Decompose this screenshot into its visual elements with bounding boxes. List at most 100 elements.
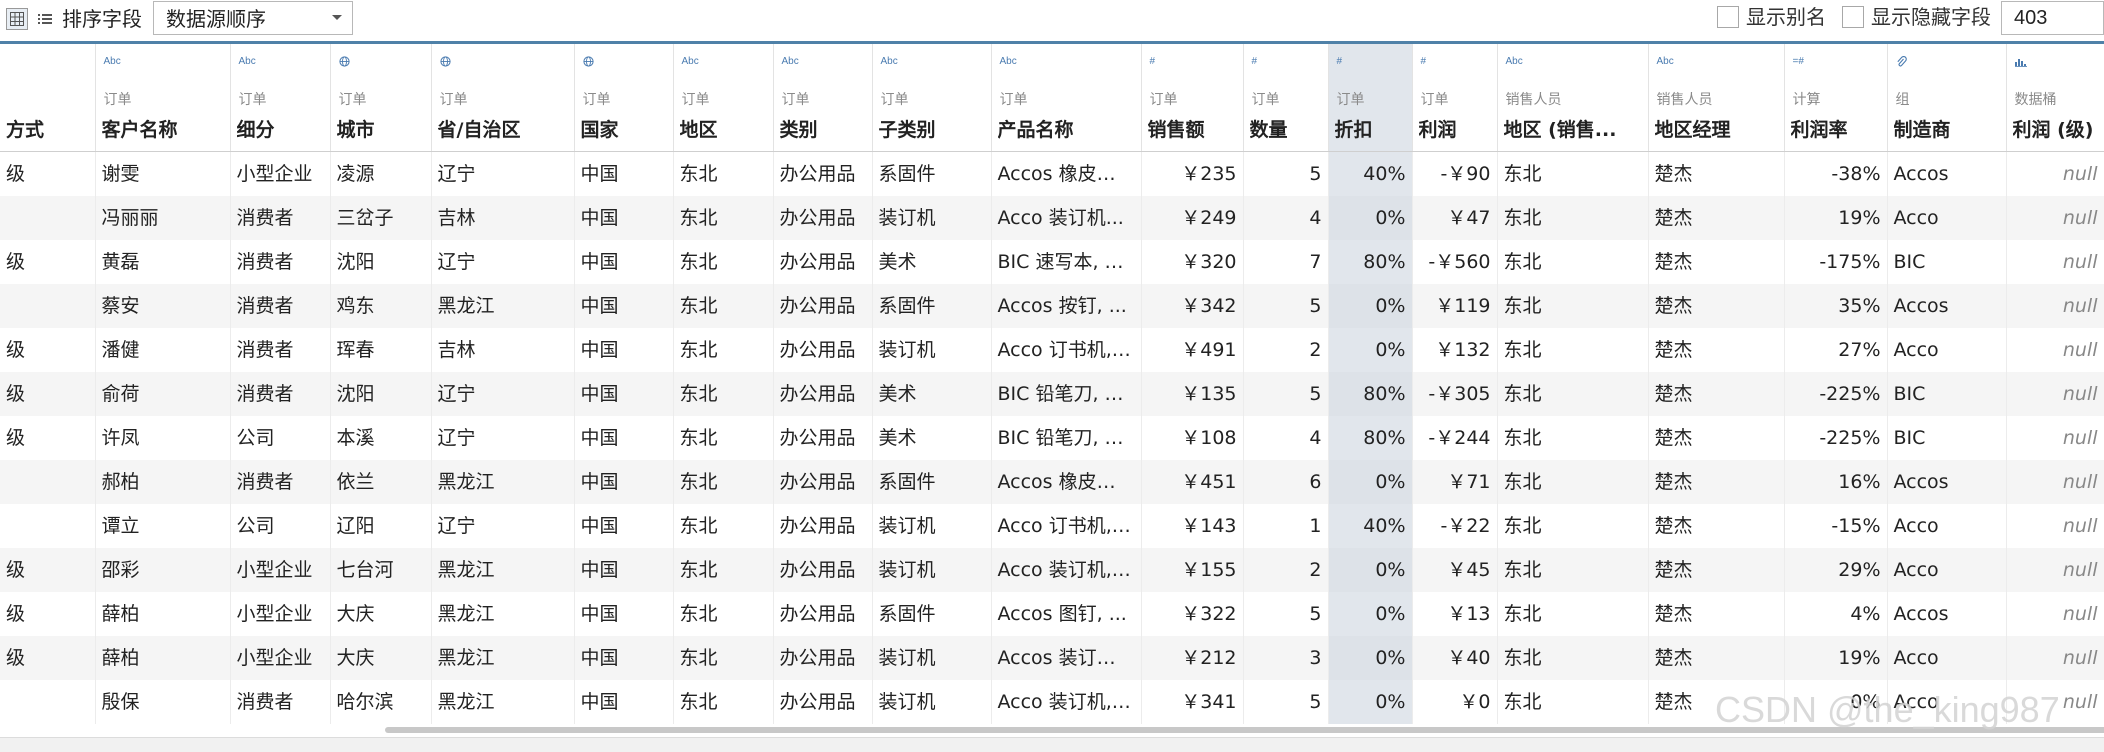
string-type-icon: Abc bbox=[681, 56, 699, 67]
table-cell: 黑龙江 bbox=[431, 284, 575, 328]
table-cell: Acco bbox=[1887, 328, 2007, 372]
table-row[interactable]: 级黄磊 消费者 沈阳 辽宁 中国 东北 办公用品 美术 BIC 速写本, 整包 ￥320 7 80% -… bbox=[0, 240, 2104, 284]
column-source: 订单 bbox=[103, 92, 132, 108]
table-row[interactable]: 级潘健 消费者 珲春 吉林 中国 东北 办公用品 装订机 Acco 订书机, ... ￥491 2 0… bbox=[0, 328, 2104, 372]
table-cell: 吉林 bbox=[431, 328, 575, 372]
table-cell: 吉林 bbox=[431, 196, 575, 240]
column-header[interactable]: Abc 销售人员 地区经理 bbox=[1648, 44, 1785, 152]
column-header[interactable]: 数据桶 利润 (级) bbox=[2006, 44, 2104, 152]
data-table: 方式 Abc 订单 客户名称 Abc 订单 细分 订单 城市 订单 省/自治区 订单 国家 Abc 订单 地区… bbox=[0, 44, 2104, 724]
table-cell: 办公用品 bbox=[773, 240, 873, 284]
table-cell: 4 bbox=[1243, 416, 1329, 460]
string-type-icon: Abc bbox=[880, 56, 898, 67]
column-header[interactable]: Abc 订单 地区 bbox=[673, 44, 774, 152]
table-cell: 楚杰 bbox=[1648, 284, 1785, 328]
string-type-icon: Abc bbox=[781, 56, 799, 67]
column-header[interactable]: Abc 订单 子类别 bbox=[872, 44, 992, 152]
column-header[interactable]: 组制造商 bbox=[1887, 44, 2007, 152]
table-row[interactable]: 谭立 公司 辽阳 辽宁 中国 东北 办公用品 装订机 Acco 订书机, ... ￥143 1 40%… bbox=[0, 504, 2104, 548]
table-cell: 中国 bbox=[574, 680, 674, 724]
table-cell: Accos 橡皮筋,... bbox=[991, 460, 1142, 504]
column-header[interactable]: Abc 订单 产品名称 bbox=[991, 44, 1142, 152]
table-cell: 楚杰 bbox=[1648, 328, 1785, 372]
bins-icon bbox=[2014, 56, 2027, 71]
list-view-icon[interactable] bbox=[34, 8, 56, 30]
table-cell: BIC bbox=[1887, 372, 2007, 416]
table-cell: 办公用品 bbox=[773, 151, 873, 196]
table-cell: 7 bbox=[1243, 240, 1329, 284]
table-cell: 5 bbox=[1243, 592, 1329, 636]
table-cell: 东北 bbox=[673, 151, 774, 196]
column-name: 细分 bbox=[236, 119, 275, 141]
table-cell: 大庆 bbox=[330, 592, 432, 636]
table-cell: null bbox=[2006, 416, 2104, 460]
table-cell: 楚杰 bbox=[1648, 636, 1785, 680]
table-cell: 中国 bbox=[574, 372, 674, 416]
table-cell: BIC bbox=[1887, 416, 2007, 460]
column-header[interactable]: 订单 国家 bbox=[574, 44, 674, 152]
table-cell: 办公用品 bbox=[773, 372, 873, 416]
column-header[interactable]: Abc 订单 细分 bbox=[230, 44, 331, 152]
table-cell: 楚杰 bbox=[1648, 460, 1785, 504]
table-cell: ￥40 bbox=[1412, 636, 1498, 680]
row-count-field[interactable]: 403 bbox=[2001, 1, 2104, 35]
column-source: 订单 bbox=[582, 92, 611, 108]
table-cell: 东北 bbox=[673, 548, 774, 592]
show-alias-checkbox[interactable] bbox=[1717, 6, 1739, 28]
table-cell: 东北 bbox=[1497, 196, 1649, 240]
table-cell bbox=[0, 284, 96, 328]
table-row[interactable]: 级邵彩 小型企业 七台河 黑龙江 中国 东北 办公用品 装订机 Acco 装订机, ... ￥15… bbox=[0, 548, 2104, 592]
table-cell: 依兰 bbox=[330, 460, 432, 504]
grid-view-icon[interactable] bbox=[6, 8, 28, 30]
table-cell: 16% bbox=[1784, 460, 1888, 504]
table-cell: 哈尔滨 bbox=[330, 680, 432, 724]
chevron-down-icon[interactable] bbox=[322, 2, 352, 34]
table-row[interactable]: 级许凤 公司 本溪 辽宁 中国 东北 办公用品 美术 BIC 铅笔刀, 蓝色 ￥108 4 80% -￥… bbox=[0, 416, 2104, 460]
table-row[interactable]: 级俞荷 消费者 沈阳 辽宁 中国 东北 办公用品 美术 BIC 铅笔刀, 蓝色 ￥135 5 80% -… bbox=[0, 372, 2104, 416]
column-header[interactable]: # 订单 数量 bbox=[1243, 44, 1329, 152]
sort-field-select[interactable]: 数据源顺序 bbox=[153, 1, 353, 35]
column-header[interactable]: # 订单 销售额 bbox=[1141, 44, 1244, 152]
column-header[interactable]: # 订单 折扣 bbox=[1328, 44, 1413, 152]
column-header[interactable]: 订单 省/自治区 bbox=[431, 44, 575, 152]
table-cell: 级 bbox=[0, 240, 96, 284]
column-header[interactable]: =# 计算 利润率 bbox=[1784, 44, 1888, 152]
column-header[interactable]: Abc 订单 客户名称 bbox=[95, 44, 231, 152]
table-cell: 级 bbox=[0, 328, 96, 372]
column-header[interactable]: 订单 城市 bbox=[330, 44, 432, 152]
table-cell: 0% bbox=[1328, 592, 1413, 636]
show-hidden-fields-checkbox[interactable] bbox=[1842, 6, 1864, 28]
number-type-icon: # bbox=[1420, 56, 1427, 67]
table-row[interactable]: 级薛柏 小型企业 大庆 黑龙江 中国 东北 办公用品 装订机 Accos 装订机, ... ￥21… bbox=[0, 636, 2104, 680]
table-cell: 公司 bbox=[230, 504, 331, 548]
column-name: 产品名称 bbox=[997, 119, 1074, 141]
column-source: 订单 bbox=[999, 92, 1028, 108]
table-cell: Acco 装订机, ... bbox=[991, 548, 1142, 592]
table-cell: ￥71 bbox=[1412, 460, 1498, 504]
table-row[interactable]: 级谢雯 小型企业 凌源 辽宁 中国 东北 办公用品 系固件 Accos 橡皮筋,... ￥235 5… bbox=[0, 151, 2104, 196]
table-cell: 19% bbox=[1784, 196, 1888, 240]
table-cell: 黑龙江 bbox=[431, 636, 575, 680]
table-cell: 40% bbox=[1328, 504, 1413, 548]
column-header[interactable]: Abc 销售人员 地区 (销售... bbox=[1497, 44, 1649, 152]
table-cell: 本溪 bbox=[330, 416, 432, 460]
table-row[interactable]: 冯丽丽 消费者 三岔子 吉林 中国 东北 办公用品 装订机 Acco 装订机... ￥249 4 0%… bbox=[0, 196, 2104, 240]
table-cell: ￥119 bbox=[1412, 284, 1498, 328]
table-cell: 办公用品 bbox=[773, 284, 873, 328]
table-cell: 0% bbox=[1328, 636, 1413, 680]
table-cell: ￥320 bbox=[1141, 240, 1244, 284]
table-cell: 楚杰 bbox=[1648, 504, 1785, 548]
table-row[interactable]: 级薛柏 小型企业 大庆 黑龙江 中国 东北 办公用品 系固件 Accos 图钉, ... ￥322… bbox=[0, 592, 2104, 636]
column-header[interactable]: # 订单 利润 bbox=[1412, 44, 1498, 152]
table-cell: 消费者 bbox=[230, 328, 331, 372]
column-header[interactable]: 方式 bbox=[0, 44, 96, 152]
column-name: 销售额 bbox=[1147, 119, 1205, 141]
table-cell: 东北 bbox=[1497, 328, 1649, 372]
data-grid: 方式 Abc 订单 客户名称 Abc 订单 细分 订单 城市 订单 省/自治区 订单 国家 Abc 订单 地区… bbox=[0, 44, 2104, 734]
column-header[interactable]: Abc 订单 类别 bbox=[773, 44, 873, 152]
table-cell: 楚杰 bbox=[1648, 372, 1785, 416]
table-row[interactable]: 蔡安 消费者 鸡东 黑龙江 中国 东北 办公用品 系固件 Accos 按钉, ... ￥342 5 0… bbox=[0, 284, 2104, 328]
table-row[interactable]: 郝柏 消费者 依兰 黑龙江 中国 东北 办公用品 系固件 Accos 橡皮筋,... ￥451 6 0… bbox=[0, 460, 2104, 504]
table-cell bbox=[0, 504, 96, 548]
table-cell: ￥322 bbox=[1141, 592, 1244, 636]
